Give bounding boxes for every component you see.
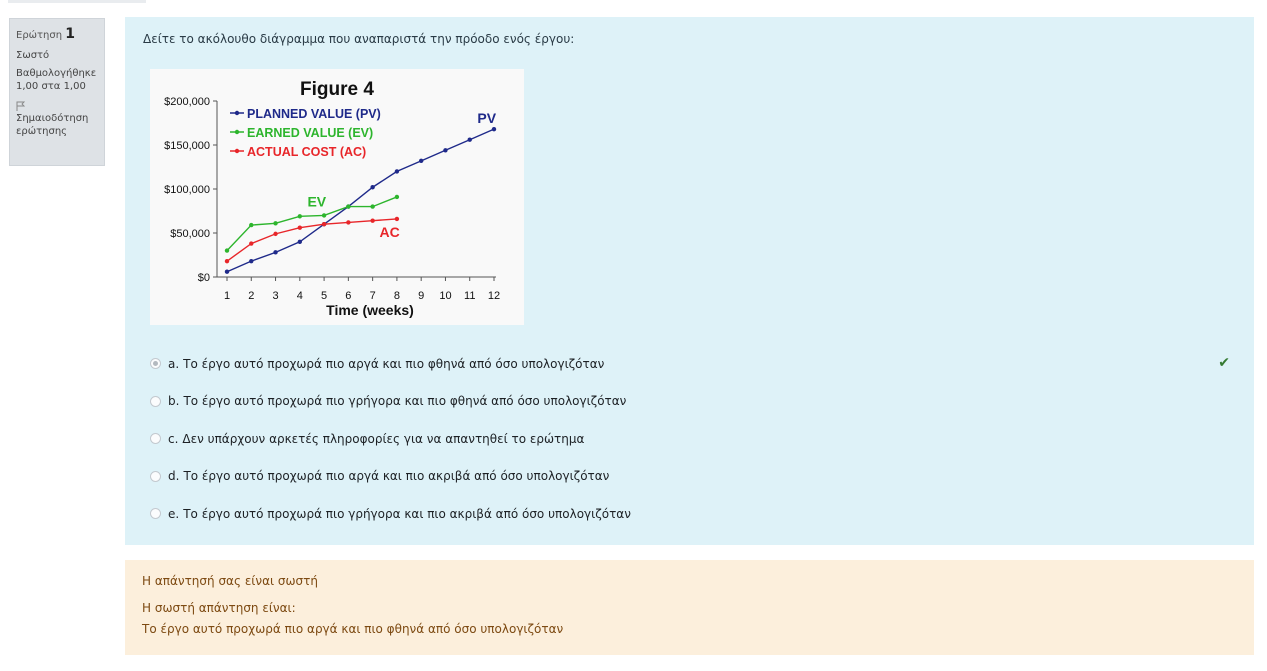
right-answer-text: Το έργο αυτό προχωρά πιο αργά και πιο φθ… (142, 622, 564, 636)
data-point-pv (418, 158, 424, 164)
data-point-ac (249, 241, 254, 246)
flag-question-link[interactable]: Σημαιοδότηση ερώτησης (16, 101, 98, 138)
data-point-ev (297, 214, 303, 219)
data-point-ac (273, 231, 278, 237)
right-answer-label: Η σωστή απάντηση είναι: (142, 601, 296, 615)
answer-text: Το έργο αυτό προχωρά πιο αργά και πιο ακ… (183, 469, 610, 484)
x-tick-label: 1 (224, 290, 230, 302)
x-tick-label: 7 (370, 290, 376, 302)
y-tick-label: $200,000 (164, 96, 210, 108)
data-point-ac (370, 218, 375, 223)
answer-radio[interactable] (150, 470, 161, 482)
data-point-pv (370, 185, 375, 190)
data-point-pv (297, 239, 303, 244)
correct-check-icon: ✔ (1218, 355, 1230, 371)
x-tick-label: 4 (297, 290, 303, 302)
data-point-ev (346, 204, 351, 209)
y-tick-label: $0 (198, 272, 210, 284)
answer-text: Το έργο αυτό προχωρά πιο γρήγορα και πιο… (183, 506, 631, 521)
flag-label: Σημαιοδότηση ερώτησης (16, 113, 89, 137)
legend-marker (234, 129, 240, 135)
x-tick-label: 2 (248, 290, 254, 302)
x-tick-label: 9 (418, 290, 424, 302)
legend-marker (234, 110, 240, 116)
data-point-pv (394, 169, 400, 174)
answer-radio[interactable] (150, 433, 161, 445)
x-tick-label: 8 (394, 290, 400, 302)
series-label-ev: EV (307, 193, 326, 209)
legend-entry: ACTUAL COST (AC) (247, 145, 366, 159)
answer-list: a. Το έργο αυτό προχωρά πιο αργά και πιο … (150, 345, 1230, 533)
answer-radio[interactable] (150, 395, 161, 407)
data-point-ac (297, 225, 303, 230)
line-chart: Figure 4 Time (weeks) $0 $50,000 $100,000 $… (164, 79, 500, 318)
data-point-pv (273, 250, 278, 255)
answer-letter: e. (168, 506, 180, 521)
question-text: Δείτε το ακόλουθο διάγραμμα που αναπαρισ… (143, 32, 575, 46)
data-point-ac (394, 216, 400, 222)
data-point-ev (370, 204, 375, 209)
question-number: 1 (65, 26, 76, 42)
data-point-ev (224, 248, 230, 253)
legend-entry: EARNED VALUE (EV) (247, 126, 373, 140)
answer-text: Δεν υπάρχουν αρκετές πληροφορίες για να … (182, 431, 585, 446)
legend-marker (234, 148, 240, 154)
data-point-pv (249, 258, 254, 264)
data-point-pv (224, 269, 230, 274)
answer-letter: a. (168, 356, 180, 371)
answer-option-b[interactable]: b. Το έργο αυτό προχωρά πιο γρήγορα και π… (150, 383, 1230, 421)
answer-option-c[interactable]: c. Δεν υπάρχουν αρκετές πληροφορίες για ν… (150, 420, 1230, 458)
chart-title: Figure 4 (300, 79, 374, 100)
data-point-ac (346, 220, 351, 225)
feedback-text: Η απάντησή σας είναι σωστή (142, 574, 318, 588)
question-info-panel: Ερώτηση 1 Σωστό Βαθμολογήθηκε 1,00 στα 1… (9, 18, 105, 166)
answer-text: Το έργο αυτό προχωρά πιο αργά και πιο φθ… (183, 356, 605, 371)
answer-radio[interactable] (150, 508, 161, 520)
y-tick-label: $50,000 (170, 228, 210, 240)
data-point-pv (467, 137, 472, 142)
data-point-ev (321, 213, 327, 218)
x-tick-label: 11 (464, 290, 475, 302)
question-grade: Βαθμολογήθηκε 1,00 στα 1,00 (16, 68, 97, 92)
y-tick-label: $150,000 (164, 140, 210, 152)
answer-radio[interactable] (150, 358, 161, 370)
data-point-ev (249, 222, 254, 228)
data-point-ac (224, 258, 230, 264)
x-tick-label: 10 (439, 290, 451, 302)
y-tick-label: $100,000 (164, 184, 210, 196)
question-state: Σωστό (16, 50, 50, 61)
question-outcome: Η απάντησή σας είναι σωστή Η σωστή απάντ… (125, 560, 1254, 655)
series-label-pv: PV (477, 110, 496, 126)
x-tick-label: 6 (345, 290, 351, 302)
answer-text: Το έργο αυτό προχωρά πιο γρήγορα και πιο… (183, 394, 627, 409)
flag-icon (16, 101, 25, 111)
chart-xlabel: Time (weeks) (326, 302, 414, 318)
x-tick-label: 12 (488, 290, 500, 302)
data-point-pv (491, 126, 497, 132)
top-nav-strip (0, 0, 1267, 4)
series-label-ac: AC (380, 224, 400, 240)
legend-entry: PLANNED VALUE (PV) (247, 107, 381, 121)
data-point-ev (394, 194, 400, 200)
question-number-line: Ερώτηση 1 (16, 26, 98, 44)
question-formulation: Δείτε το ακόλουθο διάγραμμα που αναπαρισ… (125, 17, 1254, 545)
answer-option-a[interactable]: a. Το έργο αυτό προχωρά πιο αργά και πιο … (150, 345, 1230, 383)
data-point-ev (273, 221, 278, 226)
x-tick-label: 5 (321, 290, 327, 302)
answer-option-d[interactable]: d. Το έργο αυτό προχωρά πιο αργά και πιο … (150, 458, 1230, 496)
answer-option-e[interactable]: e. Το έργο αυτό προχωρά πιο γρήγορα και π… (150, 495, 1230, 533)
answer-letter: b. (168, 394, 180, 409)
x-tick-label: 3 (272, 290, 278, 302)
question-label: Ερώτηση (16, 30, 63, 41)
chart-figure: Figure 4 Time (weeks) $0 $50,000 $100,000 $… (150, 69, 524, 325)
data-point-ac (321, 222, 327, 227)
nav-tab[interactable] (8, 0, 146, 3)
answer-letter: c. (168, 431, 179, 446)
answer-letter: d. (168, 469, 180, 484)
data-point-pv (443, 148, 448, 153)
